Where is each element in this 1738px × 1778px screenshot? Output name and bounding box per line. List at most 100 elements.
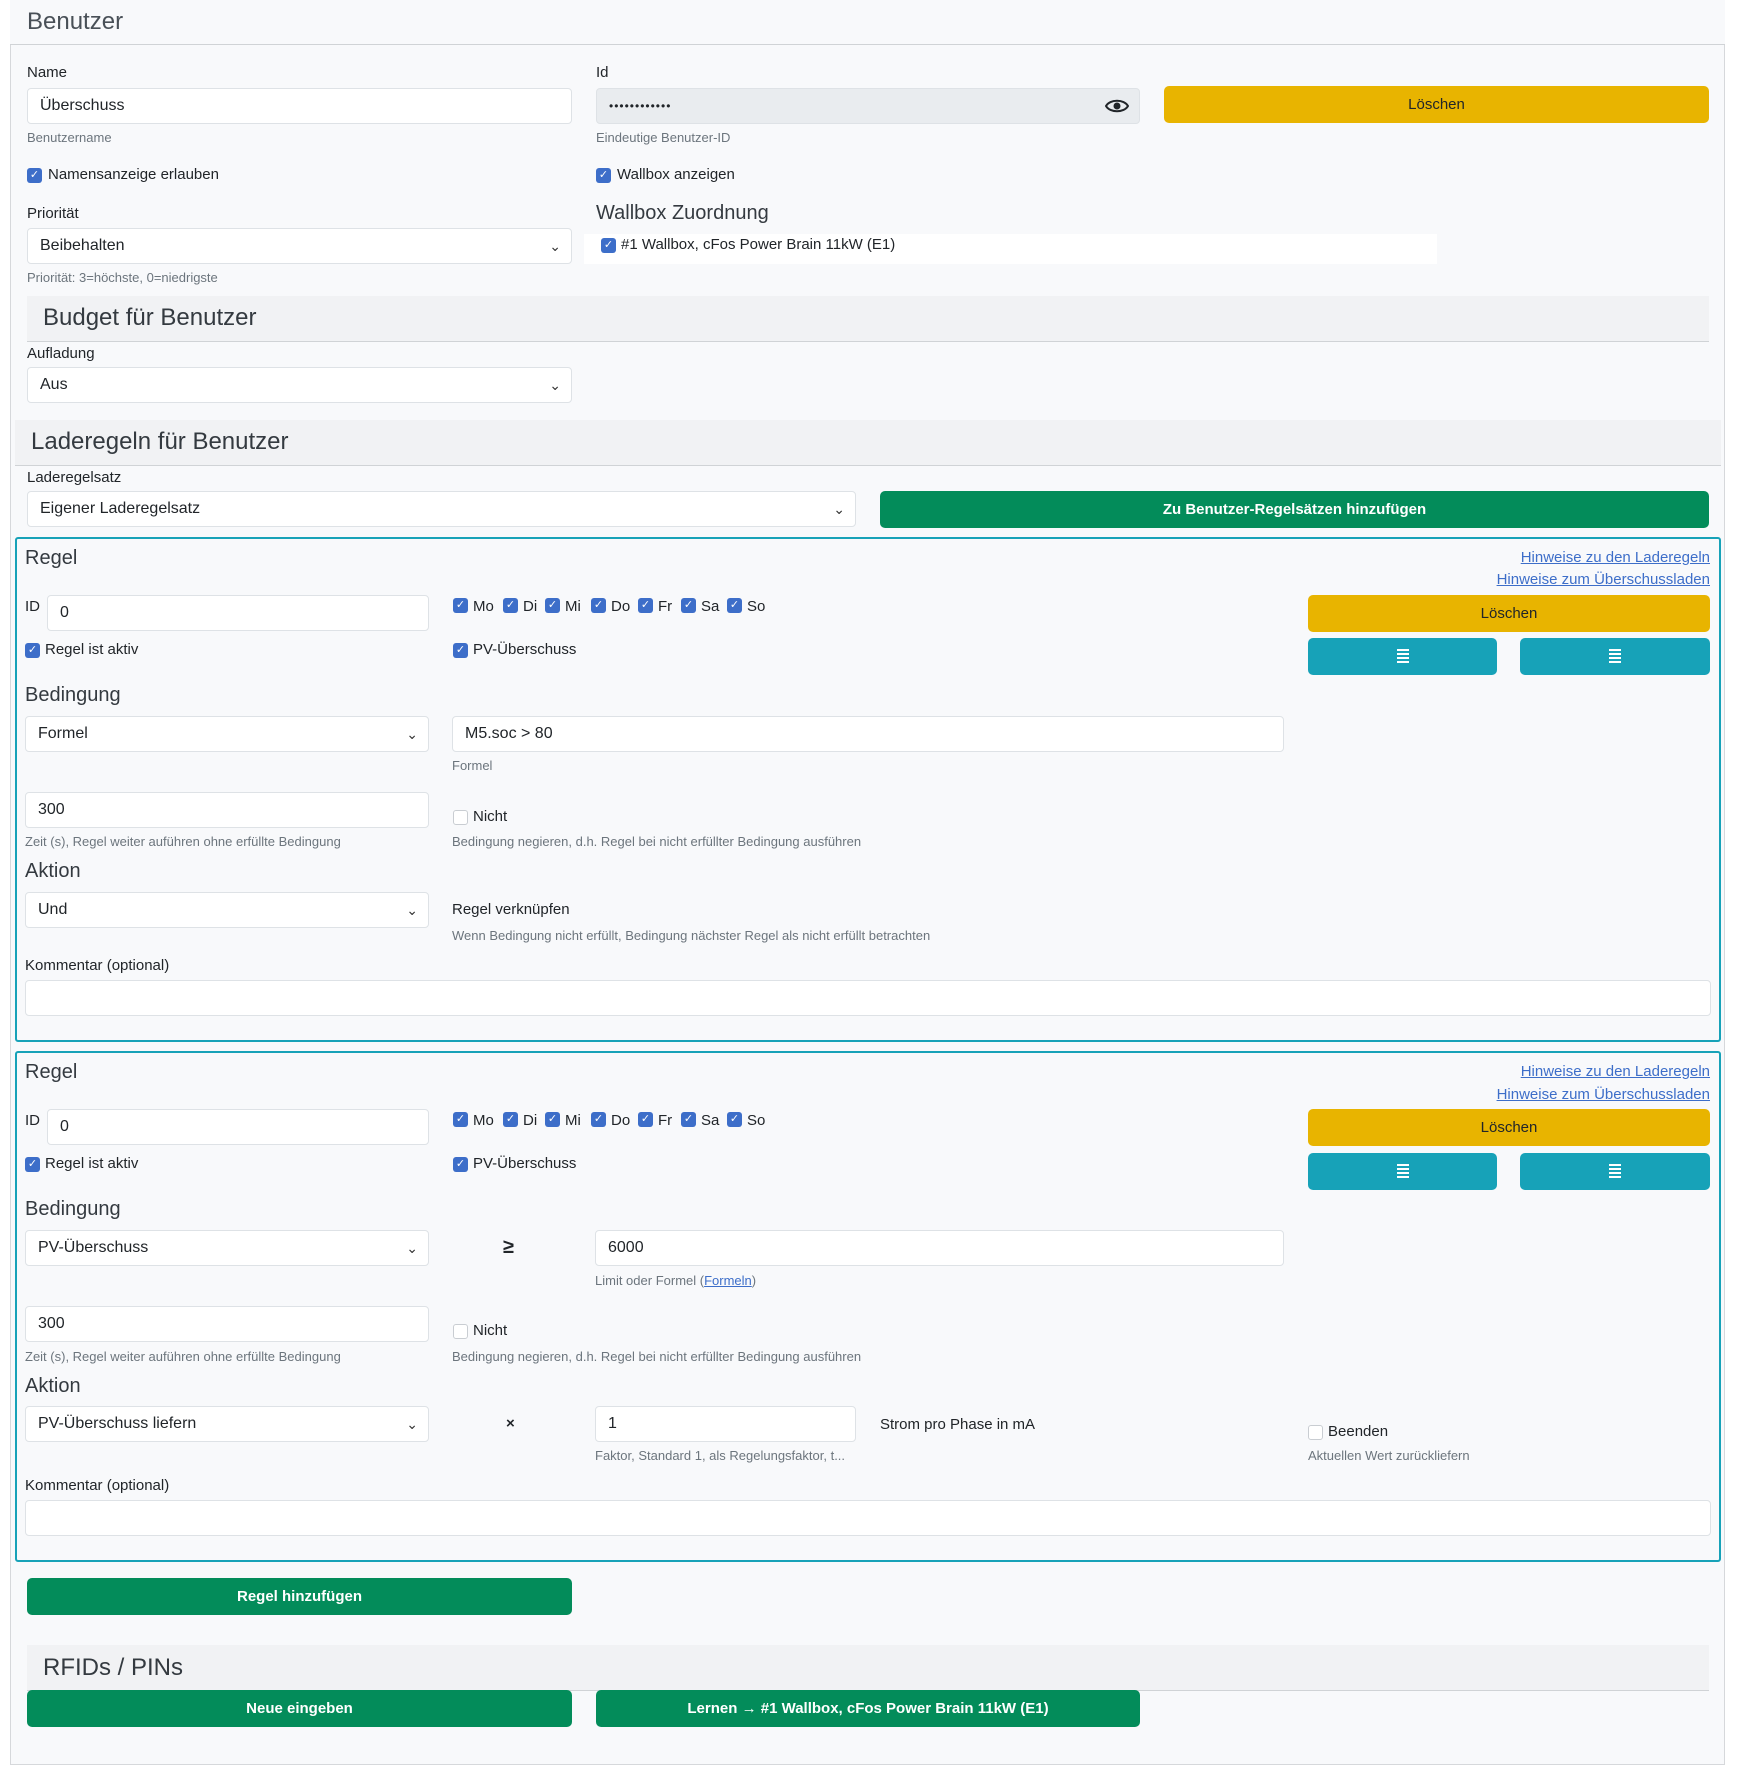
time-input[interactable]: 300 xyxy=(25,792,429,828)
day-label: Di xyxy=(523,598,538,615)
allow-name-checkbox[interactable]: ✓ xyxy=(27,168,42,183)
rule-id-input[interactable]: 0 xyxy=(47,1109,429,1145)
day-label: Mo xyxy=(473,598,494,615)
day-so-checkbox[interactable]: ✓ xyxy=(727,1112,742,1127)
rule-id-label: ID xyxy=(25,598,40,615)
rules-title: Laderegeln für Benutzer xyxy=(31,428,289,455)
time-input[interactable]: 300 xyxy=(25,1306,429,1342)
action-value: Und xyxy=(38,901,68,918)
link-rule-label: Regel verknüpfen xyxy=(452,901,570,918)
ruleset-label: Laderegelsatz xyxy=(27,469,122,486)
name-input[interactable]: Überschuss xyxy=(27,88,572,124)
surplus-hints-link[interactable]: Hinweise zum Überschussladen xyxy=(1497,571,1710,588)
chevron-down-icon: ⌄ xyxy=(406,726,418,742)
factor-input[interactable]: 1 xyxy=(595,1406,856,1442)
delete-user-button[interactable]: Löschen xyxy=(1164,86,1709,123)
pv-surplus-label: PV-Überschuss xyxy=(473,1155,577,1172)
charge-select[interactable]: Aus ⌄ xyxy=(27,367,572,403)
rules-hints-link[interactable]: Hinweise zu den Laderegeln xyxy=(1521,549,1710,566)
condition-type-select[interactable]: Formel ⌄ xyxy=(25,716,429,752)
day-mi-checkbox[interactable]: ✓ xyxy=(545,1112,560,1127)
formula-input[interactable]: M5.soc > 80 xyxy=(452,716,1284,752)
pv-surplus-checkbox[interactable]: ✓ xyxy=(453,643,468,658)
rule-id-label: ID xyxy=(25,1112,40,1129)
rule-active-checkbox[interactable]: ✓ xyxy=(25,1157,40,1172)
day-do-checkbox[interactable]: ✓ xyxy=(591,598,606,613)
allow-name-label: Namensanzeige erlauben xyxy=(48,166,219,183)
operator-symbol: ≥ xyxy=(503,1236,514,1258)
day-mo-checkbox[interactable]: ✓ xyxy=(453,598,468,613)
show-wallbox-label: Wallbox anzeigen xyxy=(617,166,735,183)
new-rfid-button[interactable]: Neue eingeben xyxy=(27,1690,572,1727)
rule-active-checkbox[interactable]: ✓ xyxy=(25,643,40,658)
day-do-checkbox[interactable]: ✓ xyxy=(591,1112,606,1127)
ruleset-select[interactable]: Eigener Laderegelsatz ⌄ xyxy=(27,491,856,527)
link-rule-hint: Wenn Bedingung nicht erfüllt, Bedingung … xyxy=(452,928,931,943)
stop-hint: Aktuellen Wert zurückliefern xyxy=(1308,1448,1470,1463)
comment-input[interactable] xyxy=(25,980,1711,1016)
limit-input[interactable]: 6000 xyxy=(595,1230,1284,1266)
condition-title: Bedingung xyxy=(25,1198,121,1220)
day-sa-checkbox[interactable]: ✓ xyxy=(681,1112,696,1127)
not-label: Nicht xyxy=(473,808,508,825)
rules-hints-link[interactable]: Hinweise zu den Laderegeln xyxy=(1521,1063,1710,1080)
pv-surplus-checkbox[interactable]: ✓ xyxy=(453,1157,468,1172)
action-title: Aktion xyxy=(25,860,81,882)
priority-label: Priorität xyxy=(27,205,79,222)
day-fr-checkbox[interactable]: ✓ xyxy=(638,598,653,613)
day-label: Mi xyxy=(565,1112,581,1129)
delete-rule-button[interactable]: Löschen xyxy=(1308,1109,1710,1146)
rfid-header xyxy=(27,1645,1709,1691)
learn-rfid-button[interactable]: Lernen → #1 Wallbox, cFos Power Brain 11… xyxy=(596,1690,1140,1727)
condition-title: Bedingung xyxy=(25,684,121,706)
priority-select[interactable]: Beibehalten ⌄ xyxy=(27,228,572,264)
comment-input[interactable] xyxy=(25,1500,1711,1536)
move-up-button[interactable] xyxy=(1308,638,1497,675)
day-label: Mi xyxy=(565,598,581,615)
day-mo-checkbox[interactable]: ✓ xyxy=(453,1112,468,1127)
comment-label: Kommentar (optional) xyxy=(25,1477,170,1494)
day-label: So xyxy=(747,1112,766,1129)
add-rule-button[interactable]: Regel hinzufügen xyxy=(27,1578,572,1615)
condition-type-select[interactable]: PV-Überschuss ⌄ xyxy=(25,1230,429,1266)
delete-rule-button[interactable]: Löschen xyxy=(1308,595,1710,632)
day-label: Sa xyxy=(701,1112,720,1129)
multiply-symbol: × xyxy=(506,1415,515,1432)
action-select[interactable]: Und ⌄ xyxy=(25,892,429,928)
not-label: Nicht xyxy=(473,1322,508,1339)
day-di-checkbox[interactable]: ✓ xyxy=(503,1112,518,1127)
stop-checkbox[interactable] xyxy=(1308,1425,1323,1440)
day-sa-checkbox[interactable]: ✓ xyxy=(681,598,696,613)
day-di-checkbox[interactable]: ✓ xyxy=(503,598,518,613)
time-hint: Zeit (s), Regel weiter auführen ohne erf… xyxy=(25,834,341,849)
show-wallbox-checkbox[interactable]: ✓ xyxy=(596,168,611,183)
wallbox-assign-title: Wallbox Zuordnung xyxy=(596,202,769,224)
formula-hint: Formel xyxy=(452,758,493,773)
surplus-hints-link[interactable]: Hinweise zum Überschussladen xyxy=(1497,1086,1710,1103)
page-title: Benutzer xyxy=(27,8,124,35)
unit-label: Strom pro Phase in mA xyxy=(880,1416,1036,1433)
move-down-button[interactable] xyxy=(1520,1153,1710,1190)
ruleset-value: Eigener Laderegelsatz xyxy=(40,500,201,517)
eye-icon[interactable] xyxy=(1105,98,1129,114)
rule-id-input[interactable]: 0 xyxy=(47,595,429,631)
add-to-user-rulesets-button[interactable]: Zu Benutzer-Regelsätzen hinzufügen xyxy=(880,491,1709,528)
id-input[interactable]: •••••••••••• xyxy=(596,88,1140,124)
not-checkbox[interactable] xyxy=(453,810,468,825)
action-select[interactable]: PV-Überschuss liefern ⌄ xyxy=(25,1406,429,1442)
formulas-link[interactable]: Formeln xyxy=(704,1273,752,1288)
chevron-down-icon: ⌄ xyxy=(549,238,561,254)
wallbox-item-checkbox[interactable]: ✓ xyxy=(601,238,616,253)
not-checkbox[interactable] xyxy=(453,1324,468,1339)
not-hint: Bedingung negieren, d.h. Regel bei nicht… xyxy=(452,834,862,849)
budget-title: Budget für Benutzer xyxy=(43,304,257,331)
name-hint: Benutzername xyxy=(27,130,112,145)
limit-hint-text: Limit oder Formel ( xyxy=(595,1273,705,1288)
day-so-checkbox[interactable]: ✓ xyxy=(727,598,742,613)
day-fr-checkbox[interactable]: ✓ xyxy=(638,1112,653,1127)
move-down-button[interactable] xyxy=(1520,638,1710,675)
arrange-icon xyxy=(1609,1164,1621,1181)
rule-title: Regel xyxy=(25,547,78,569)
move-up-button[interactable] xyxy=(1308,1153,1497,1190)
day-mi-checkbox[interactable]: ✓ xyxy=(545,598,560,613)
